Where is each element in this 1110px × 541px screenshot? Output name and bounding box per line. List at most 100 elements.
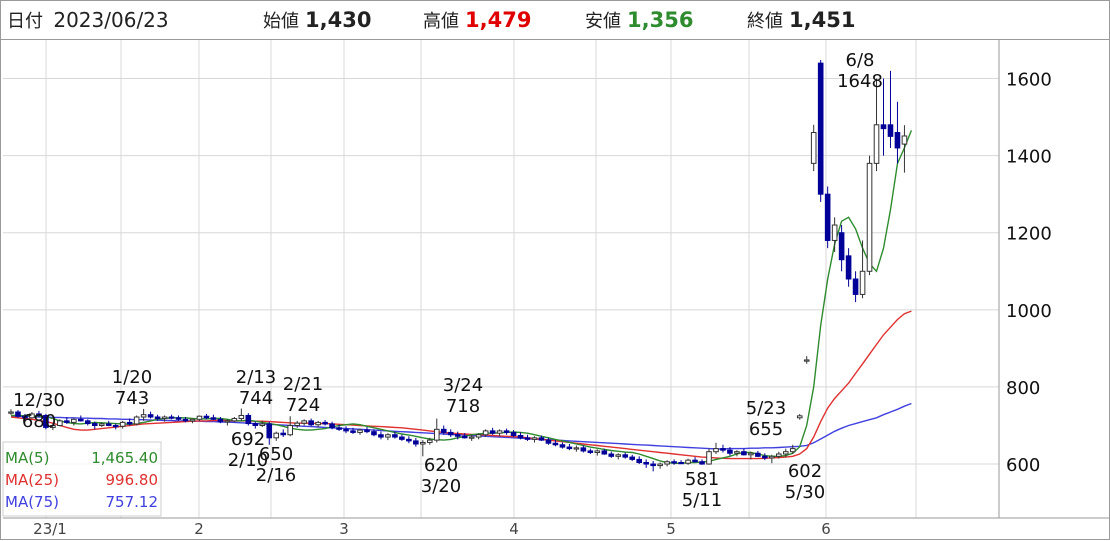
candle-body-down [650,463,656,467]
candle-body-down [112,424,119,428]
close-value: 1,451 [789,8,856,32]
candle-body-down [245,414,252,425]
candle-body-up [734,451,740,454]
candle-body-up [776,453,782,457]
candle-body-down [336,427,342,430]
annotation-line1: 12/30 [13,390,65,411]
x-tick-label: 3 [339,520,349,538]
candle-body-down [15,411,21,417]
candle-body-down [566,446,573,450]
candle-body-up [531,437,538,440]
candle-body-up [866,162,873,272]
open-label: 始値 [263,11,299,32]
candle-body-up [594,450,601,453]
y-tick-label: 600 [1006,455,1040,476]
date-value: 2023/06/23 [53,8,169,32]
candle-body-up [615,454,622,457]
date-display: 日付 2023/06/23 [7,7,169,33]
candle [824,186,831,249]
annotation-line1: 602 [788,461,822,482]
candle-body-up [98,423,105,426]
candle-body-up [803,359,810,362]
candle-body-down [399,436,405,440]
candle-body-down [343,428,349,432]
low-label: 安値 [585,11,621,32]
candle-body-down [720,448,726,451]
candle-body-down [322,421,328,425]
annotation-line2: 1648 [837,71,883,92]
annotation-line2: 680 [22,411,56,432]
candle-body-up [810,132,817,164]
candle-body-down [741,451,747,456]
candle [817,60,824,202]
candle-body-up [301,420,307,424]
candle-body-down [538,437,545,441]
legend-value: 757.12 [106,493,159,511]
candle-body-down [147,414,154,418]
candle-body-down [308,420,314,426]
candle-body-down [587,450,594,453]
candle-body-up [573,447,580,450]
annotation-line2: 743 [115,388,149,409]
candle-body-down [880,124,887,130]
candle-body-down [447,431,454,436]
candle-body-down [894,132,901,149]
candle-body-down [552,442,559,446]
candle-body-up [859,270,866,295]
candle-body-up [831,224,838,241]
candle-body-up [231,418,238,422]
annotation-line2: 655 [749,419,783,440]
candle-body-up [133,416,140,425]
candle-body-down [91,423,98,426]
annotation-line1: 6/8 [846,50,875,71]
candle-body-down [78,418,84,422]
candle-body-up [427,439,433,443]
candle-body-down [378,434,384,438]
y-tick-label: 1600 [1006,70,1052,91]
candle-body-down [203,415,210,419]
candle-body-up [482,430,489,436]
candle-body-up [685,459,691,464]
low-price: 安値 1,356 [585,7,693,33]
annotation-line1: 3/24 [443,375,483,396]
candle-body-up [873,124,880,164]
candle-body-down [413,440,419,445]
annotation-line1: 581 [685,469,719,490]
close-label: 終値 [747,11,783,32]
high-value: 1,479 [465,8,532,32]
candle-body-down [105,423,112,426]
y-tick-label: 1000 [1006,301,1052,322]
candle-body-down [887,124,894,137]
date-label: 日付 [7,11,43,32]
annotation-line2: 5/30 [785,482,825,503]
candle-body-down [392,434,398,438]
annotation-line1: 5/23 [746,398,786,419]
candle-body-down [601,450,608,455]
candle-body-down [678,461,684,465]
candle-body-up [294,422,300,426]
candle-body-down [182,418,189,422]
legend-name: MA(5) [5,449,49,467]
candle-body-down [622,454,629,458]
chart-frame: 12/30 680 1/20 743 2/13 744 2/21 724 692 2/10 650 2… [0,0,1110,540]
candle-body-down [406,438,412,442]
candle-body-up [57,420,63,426]
candle-body-down [762,455,768,459]
candle-body-up [196,415,203,420]
candle-body-down [580,447,587,452]
candle-body-up [901,135,908,145]
candle-body-up [385,434,391,438]
annotation-line2: 724 [286,395,320,416]
candle-body-down [364,429,370,433]
candle-body-down [126,421,133,425]
x-tick-label: 4 [509,520,519,538]
close-price: 終値 1,451 [747,7,855,33]
legend-value: 996.80 [106,471,159,489]
candle-body-up [789,448,796,453]
candle [245,413,252,426]
candle [866,155,873,276]
candle [133,415,140,426]
candle-body-up [119,421,126,427]
candle-body-up [706,451,712,465]
candle-body-up [357,429,363,433]
